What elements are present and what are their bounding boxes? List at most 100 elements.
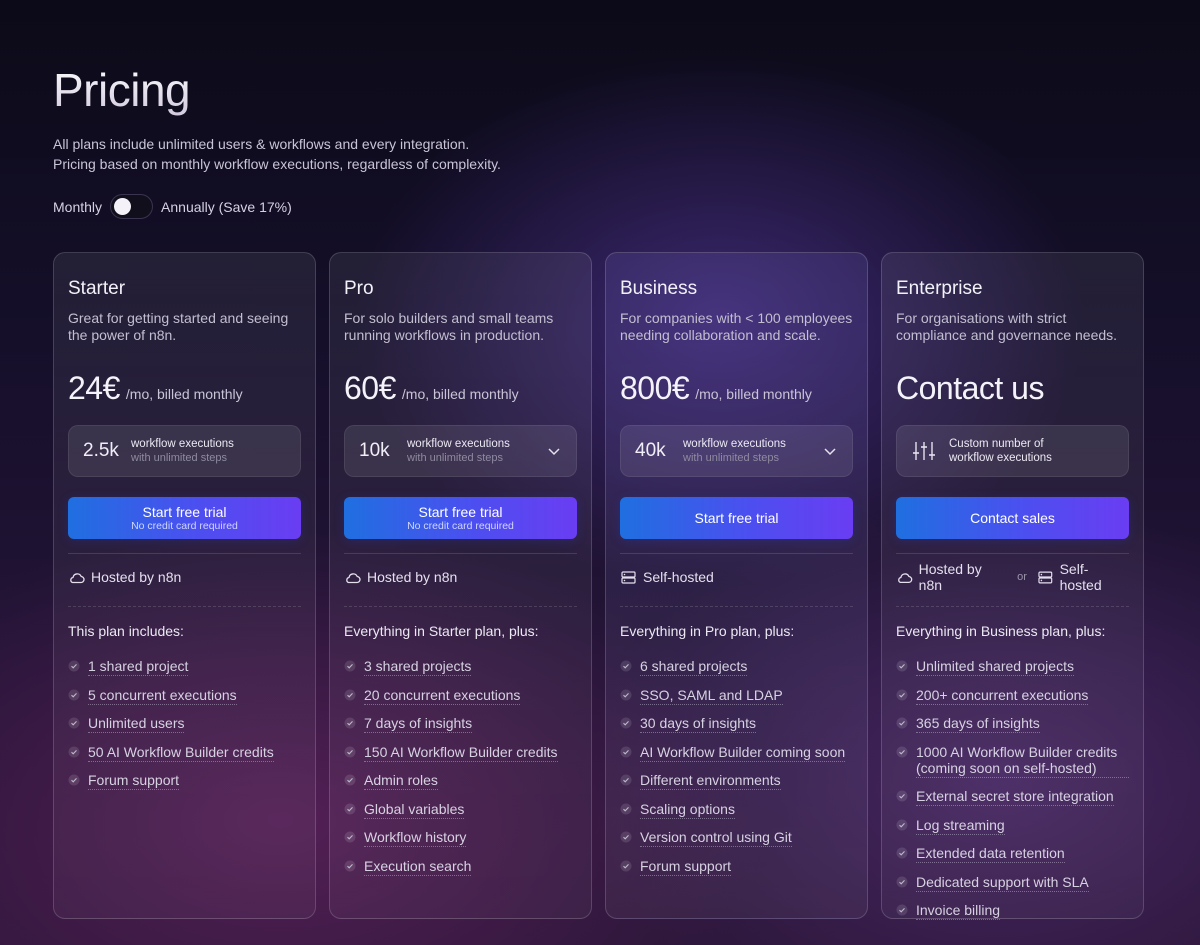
- plan-name: Pro: [344, 278, 374, 299]
- feature-text[interactable]: Version control using Git: [640, 829, 792, 847]
- executions-sublabel: with unlimited steps: [407, 452, 503, 464]
- check-icon: [620, 803, 632, 814]
- feature-text[interactable]: Unlimited shared projects: [916, 658, 1074, 676]
- feature-text[interactable]: Log streaming: [916, 817, 1005, 835]
- executions-count: 2.5k: [83, 440, 119, 461]
- executions-sublabel: with unlimited steps: [683, 452, 779, 464]
- feature-item: Unlimited shared projects: [896, 658, 1129, 676]
- check-icon: [896, 689, 908, 700]
- feature-text[interactable]: 3 shared projects: [364, 658, 472, 676]
- contact-sales-button[interactable]: Contact sales: [896, 497, 1129, 539]
- plan-price: 24€: [68, 370, 120, 406]
- feature-text[interactable]: 1000 AI Workflow Builder credits (coming…: [916, 744, 1129, 778]
- feature-item: 1000 AI Workflow Builder credits (coming…: [896, 744, 1129, 778]
- plan-period: /mo, billed monthly: [695, 386, 812, 402]
- feature-item: 1 shared project: [68, 658, 301, 676]
- feature-text[interactable]: 200+ concurrent executions: [916, 687, 1089, 705]
- plan-price: 800€: [620, 370, 690, 406]
- feature-text[interactable]: 150 AI Workflow Builder credits: [364, 744, 558, 762]
- feature-item: Forum support: [68, 772, 301, 790]
- feature-text[interactable]: 6 shared projects: [640, 658, 748, 676]
- feature-text[interactable]: Extended data retention: [916, 845, 1065, 863]
- plan-name: Starter: [68, 278, 126, 299]
- includes-title: Everything in Business plan, plus:: [896, 623, 1106, 639]
- check-icon: [896, 876, 908, 887]
- feature-item: 5 concurrent executions: [68, 687, 301, 705]
- feature-list: 6 shared projects SSO, SAML and LDAP 30 …: [620, 658, 853, 876]
- feature-item: SSO, SAML and LDAP: [620, 687, 853, 705]
- executions-label: Custom number of: [949, 438, 1044, 450]
- feature-text[interactable]: Workflow history: [364, 829, 467, 847]
- executions-text: workflow executions with unlimited steps: [407, 437, 510, 465]
- check-icon: [344, 717, 356, 729]
- start-free-trial-button[interactable]: Start free trial No credit card required: [344, 497, 577, 539]
- feature-item: Version control using Git: [620, 829, 853, 847]
- feature-text[interactable]: 20 concurrent executions: [364, 687, 521, 705]
- cta-sublabel: No credit card required: [131, 520, 238, 532]
- subtitle-line-2: Pricing based on monthly workflow execut…: [53, 156, 501, 172]
- plan-price: Contact us: [896, 370, 1044, 406]
- monthly-label[interactable]: Monthly: [53, 199, 102, 215]
- feature-item: Unlimited users: [68, 715, 301, 733]
- feature-text[interactable]: SSO, SAML and LDAP: [640, 687, 783, 705]
- feature-item: Forum support: [620, 858, 853, 876]
- executions-sublabel: with unlimited steps: [131, 452, 227, 464]
- feature-text[interactable]: Forum support: [88, 772, 180, 790]
- feature-text[interactable]: 5 concurrent executions: [88, 687, 237, 705]
- check-icon: [620, 660, 632, 672]
- start-free-trial-button[interactable]: Start free trial No credit card required: [68, 497, 301, 539]
- feature-text[interactable]: 7 days of insights: [364, 715, 473, 733]
- feature-text[interactable]: 1 shared project: [88, 658, 189, 676]
- cta-label: Contact sales: [970, 510, 1055, 526]
- check-icon: [620, 774, 632, 786]
- feature-text[interactable]: 365 days of insights: [916, 715, 1040, 733]
- feature-text[interactable]: Global variables: [364, 801, 465, 819]
- feature-item: 200+ concurrent executions: [896, 687, 1129, 705]
- plan-name: Business: [620, 278, 698, 299]
- check-icon: [896, 819, 908, 830]
- hosting-or: or: [1017, 571, 1027, 583]
- includes-title: Everything in Pro plan, plus:: [620, 623, 795, 639]
- billing-period-toggle[interactable]: [110, 194, 154, 219]
- annual-label[interactable]: Annually (Save 17%): [161, 199, 292, 215]
- plan-period: /mo, billed monthly: [401, 386, 519, 402]
- feature-text[interactable]: External secret store integration: [916, 788, 1114, 806]
- feature-text[interactable]: Admin roles: [364, 772, 438, 790]
- subtitle-line-1: All plans include unlimited users & work…: [53, 136, 470, 152]
- check-icon: [896, 790, 908, 802]
- plan-name: Enterprise: [896, 278, 983, 299]
- check-icon: [896, 660, 908, 672]
- feature-text[interactable]: AI Workflow Builder coming soon: [640, 744, 846, 762]
- feature-text[interactable]: 50 AI Workflow Builder credits: [88, 744, 274, 762]
- executions-text: workflow executions with unlimited steps: [683, 437, 786, 465]
- feature-item: 7 days of insights: [344, 715, 577, 733]
- feature-text[interactable]: Different environments: [640, 772, 781, 790]
- executions-dropdown[interactable]: 10k workflow executions with unlimited s…: [344, 425, 577, 477]
- feature-text[interactable]: Scaling options: [640, 801, 735, 819]
- feature-text[interactable]: Unlimited users: [88, 715, 185, 733]
- check-icon: [344, 803, 356, 814]
- feature-text[interactable]: 30 days of insights: [640, 715, 756, 733]
- feature-text[interactable]: Forum support: [640, 858, 732, 876]
- executions-count: 40k: [635, 440, 666, 461]
- sliders-icon: [913, 442, 935, 460]
- cloud-icon: [346, 572, 361, 583]
- feature-text[interactable]: Invoice billing: [916, 902, 1001, 920]
- check-icon: [620, 689, 632, 700]
- executions-label: workflow executions: [683, 438, 786, 450]
- start-free-trial-button[interactable]: Start free trial: [620, 497, 853, 539]
- plan-period: /mo, billed monthly: [125, 386, 243, 402]
- feature-item: External secret store integration: [896, 788, 1129, 806]
- feature-text[interactable]: Dedicated support with SLA: [916, 874, 1089, 892]
- cta-sublabel: No credit card required: [407, 520, 514, 532]
- feature-item: 365 days of insights: [896, 715, 1129, 733]
- price-row: Contact us: [896, 370, 1129, 410]
- check-icon: [896, 746, 908, 757]
- check-icon: [896, 904, 908, 916]
- executions-count: 10k: [359, 440, 390, 461]
- feature-text[interactable]: Execution search: [364, 858, 472, 876]
- executions-dropdown[interactable]: 40k workflow executions with unlimited s…: [620, 425, 853, 477]
- cta-label: Start free trial: [142, 504, 227, 520]
- executions-sublabel: workflow executions: [949, 452, 1052, 464]
- toggle-knob: [114, 198, 132, 215]
